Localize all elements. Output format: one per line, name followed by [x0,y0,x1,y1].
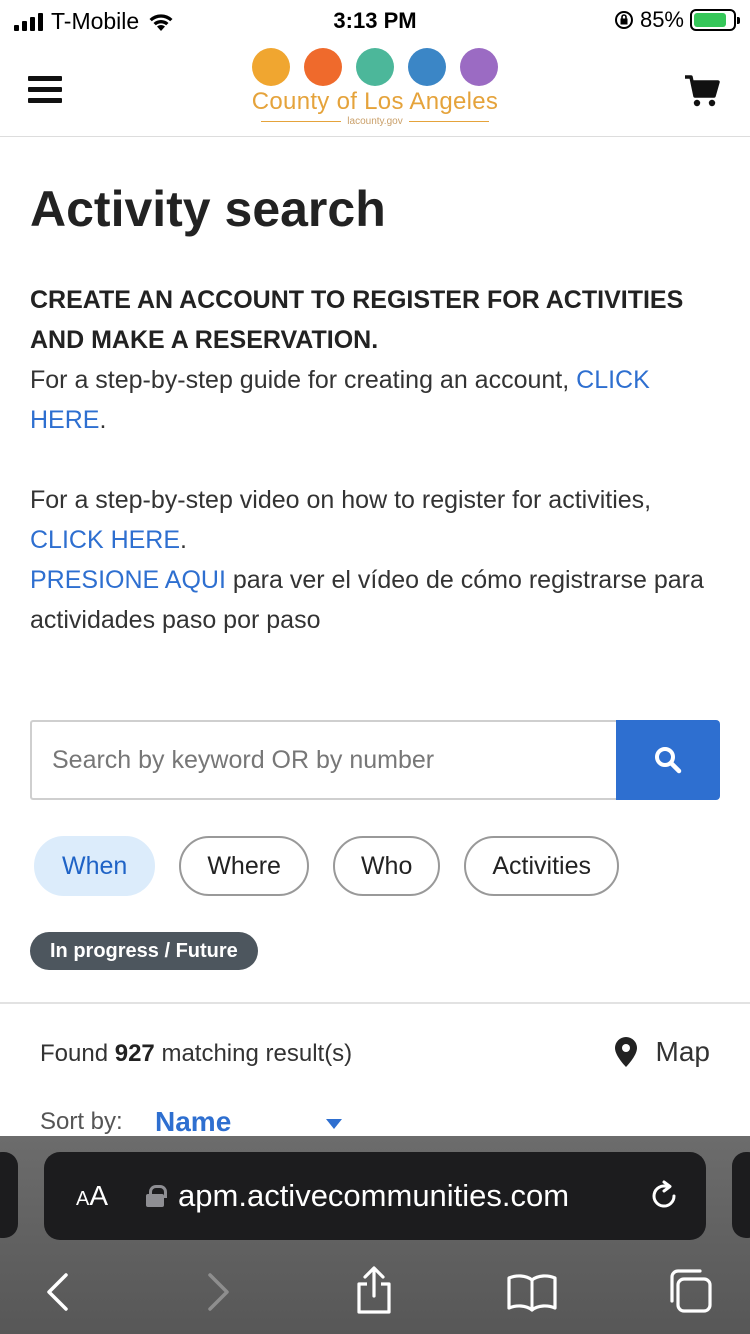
logo-emblems [240,48,510,86]
chevron-down-icon[interactable] [326,1119,342,1129]
map-pin-icon [614,1037,637,1067]
url-text[interactable]: apm.activecommunities.com [178,1178,569,1214]
divider [0,1002,750,1004]
back-icon[interactable] [42,1272,72,1312]
spanish-video-link[interactable]: PRESIONE AQUI [30,566,226,594]
map-button[interactable]: Map [614,1036,710,1068]
page-title: Activity search [30,181,386,237]
logo-text: County of Los Angeles [251,88,499,115]
map-label: Map [655,1036,710,1067]
logo-emblem-3 [356,48,394,86]
search-button[interactable] [616,720,720,800]
tabs-icon[interactable] [666,1268,714,1314]
guide-text: For a step-by-step guide for creating an… [30,366,570,394]
video-link[interactable]: CLICK HERE [30,526,180,554]
browser-chrome: AA apm.activecommunities.com [0,1136,750,1334]
filter-who[interactable]: Who [332,836,441,896]
account-notice: CREATE AN ACCOUNT TO REGISTER FOR ACTIVI… [30,286,684,354]
sort-select[interactable]: Name [155,1106,231,1138]
menu-icon[interactable] [28,76,62,103]
intro-text: CREATE AN ACCOUNT TO REGISTER FOR ACTIVI… [30,286,704,634]
logo-emblem-5 [460,48,498,86]
logo-emblem-1 [252,48,290,86]
status-right: 85% [614,7,740,33]
battery-percent: 85% [639,7,684,32]
forward-icon[interactable] [204,1272,234,1312]
address-bar[interactable]: AA apm.activecommunities.com [44,1152,706,1240]
share-icon[interactable] [352,1266,396,1314]
battery-icon [690,9,740,31]
results-count: Found 927 matching result(s) [40,1040,353,1067]
search-input[interactable] [30,720,616,800]
next-tab-preview[interactable] [732,1152,750,1238]
filter-when[interactable]: When [34,836,156,896]
logo-emblem-2 [304,48,342,86]
filter-activities[interactable]: Activities [464,836,619,896]
lock-icon [146,1185,168,1207]
cart-icon[interactable] [684,74,720,108]
site-header: County of Los Angeles lacounty.gov [0,42,750,137]
bookmarks-icon[interactable] [506,1272,558,1312]
previous-tab-preview[interactable] [0,1152,18,1238]
county-logo[interactable]: County of Los Angeles lacounty.gov [240,48,510,128]
search-bar [30,720,720,800]
reload-icon[interactable] [648,1180,680,1212]
active-filter-tag[interactable]: In progress / Future [30,932,258,970]
browser-toolbar [0,1256,750,1326]
filter-pills: When Where Who Activities [34,836,619,896]
text-size-button[interactable]: AA [76,1180,108,1212]
video-text: For a step-by-step video on how to regis… [30,486,652,514]
status-bar: T-Mobile 3:13 PM 85% [0,0,750,42]
result-number: 927 [114,1040,155,1067]
logo-site: lacounty.gov [240,116,510,127]
logo-emblem-4 [408,48,446,86]
orientation-lock-icon [614,11,633,29]
filter-where[interactable]: Where [179,836,309,896]
sort-label: Sort by: [40,1108,123,1135]
search-icon [655,747,682,774]
